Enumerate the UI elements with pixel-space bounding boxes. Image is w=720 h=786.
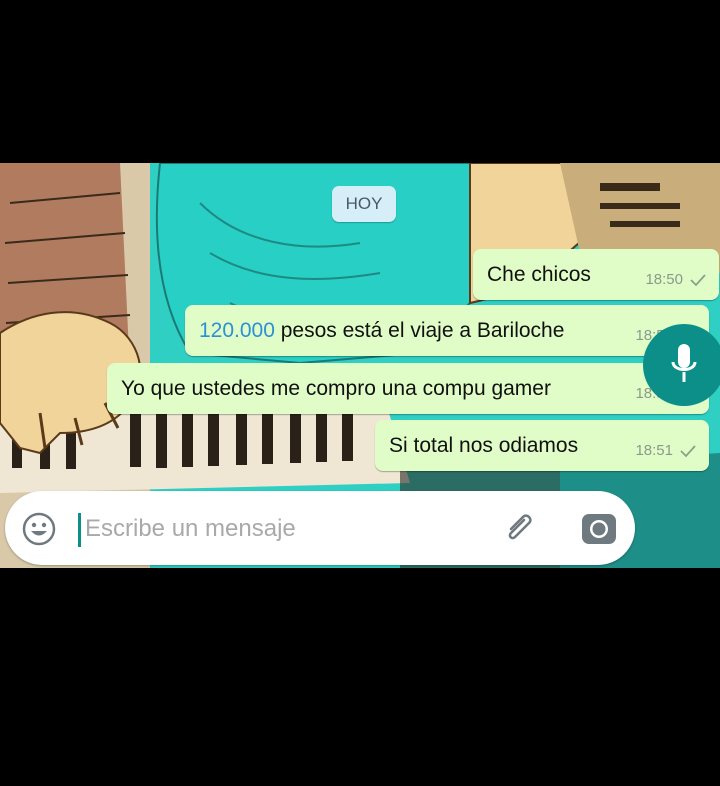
message-composer[interactable]: Escribe un mensaje bbox=[5, 491, 635, 565]
sent-check-icon bbox=[690, 273, 706, 286]
message-text: Che chicos bbox=[487, 262, 591, 286]
text-cursor bbox=[78, 513, 81, 547]
message-bubble[interactable]: Si total nos odiamos 18:51 bbox=[375, 420, 709, 471]
sent-check-icon bbox=[680, 444, 696, 457]
message-time: 18:51 bbox=[635, 442, 673, 459]
attach-clip-icon[interactable] bbox=[499, 509, 539, 549]
message-input[interactable]: Escribe un mensaje bbox=[85, 511, 296, 547]
voice-message-button[interactable] bbox=[643, 324, 720, 406]
message-bubble[interactable]: 120.000 pesos está el viaje a Bariloche … bbox=[185, 305, 709, 356]
message-number[interactable]: 120.000 bbox=[199, 319, 275, 342]
message-text-rest: pesos está el viaje a Bariloche bbox=[274, 318, 565, 342]
message-meta: 18:51 bbox=[621, 442, 697, 459]
date-chip: HOY bbox=[332, 186, 396, 222]
message-bubble[interactable]: Che chicos 18:50 bbox=[473, 249, 719, 300]
message-text: Si total nos odiamos bbox=[389, 433, 579, 457]
message-bubble[interactable]: Yo que ustedes me compro una compu gamer… bbox=[107, 363, 709, 414]
message-meta: 18:50 bbox=[631, 271, 707, 288]
message-text: 120.000 pesos está el viaje a Bariloche bbox=[199, 319, 564, 343]
emoji-icon[interactable] bbox=[21, 511, 57, 547]
message-time: 18:50 bbox=[645, 271, 683, 288]
message-text: Yo que ustedes me compro una compu gamer bbox=[121, 376, 551, 400]
chat-area: HOY Che chicos 18:50 120.000 pesos está … bbox=[0, 163, 720, 568]
microphone-icon bbox=[671, 344, 697, 382]
camera-icon[interactable] bbox=[580, 511, 618, 547]
